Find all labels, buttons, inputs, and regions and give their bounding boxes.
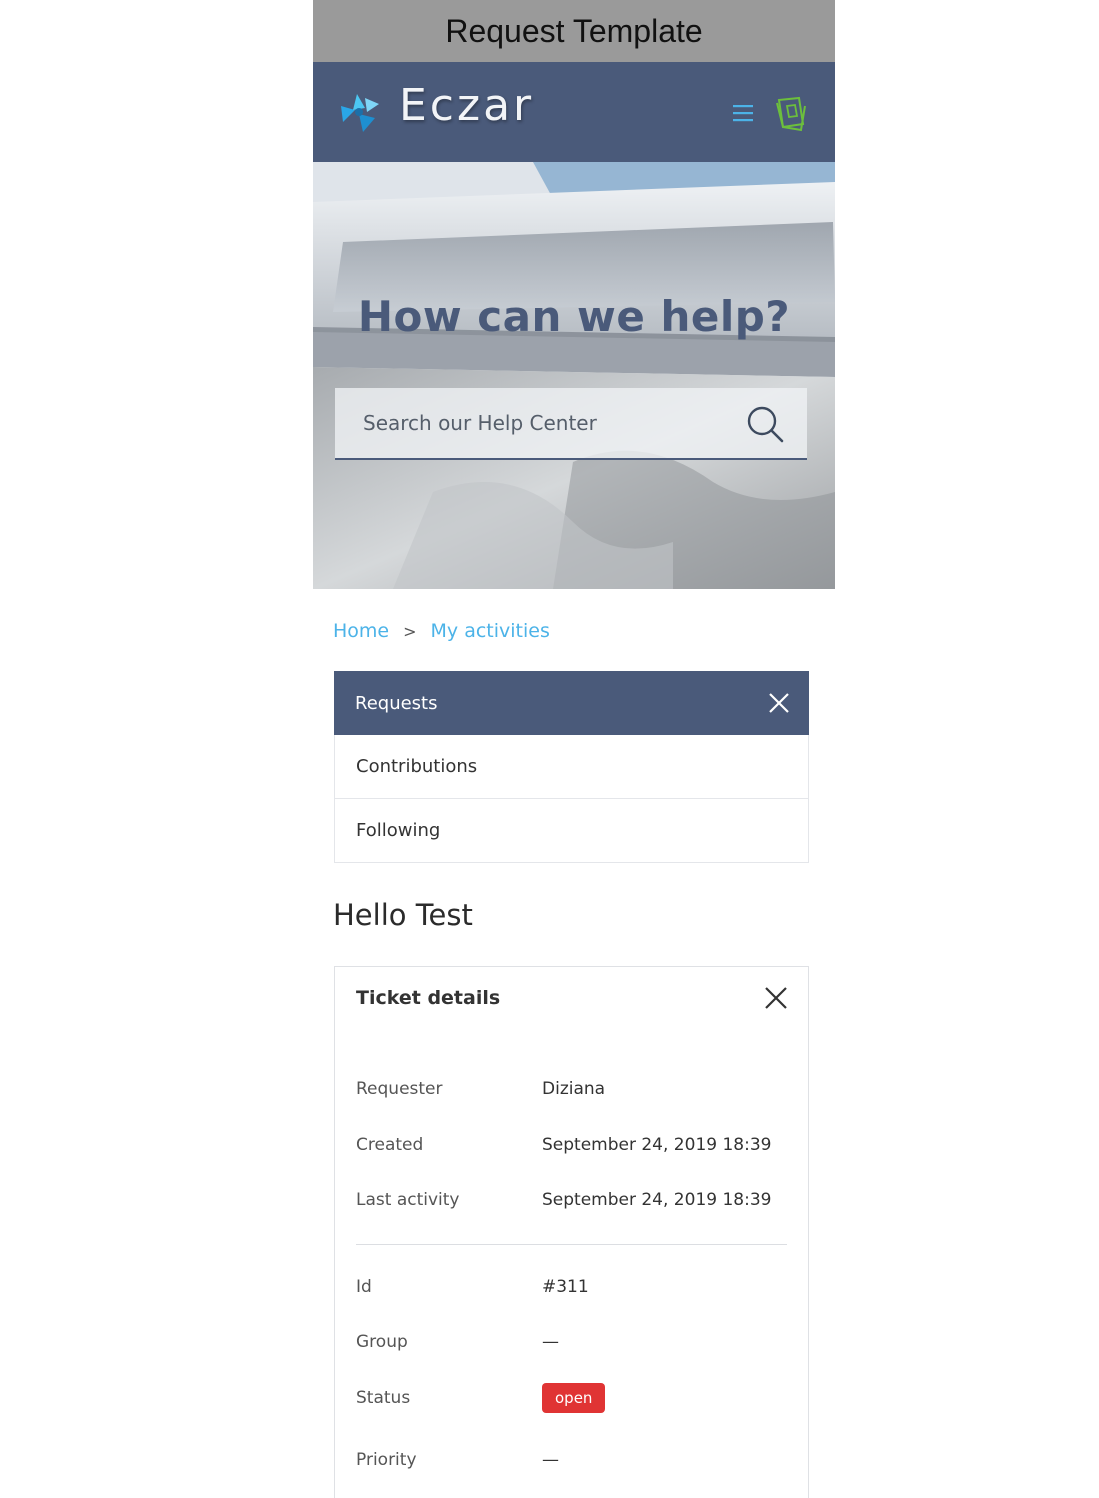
divider <box>356 1244 787 1245</box>
request-title: Hello Test <box>333 898 473 932</box>
field-label: Group <box>356 1332 408 1352</box>
field-priority: Priority — <box>356 1450 786 1474</box>
field-last-activity: Last activity September 24, 2019 18:39 <box>356 1190 786 1214</box>
field-label: Status <box>356 1388 411 1408</box>
tab-label: Contributions <box>356 756 478 777</box>
field-requester: Requester Diziana <box>356 1079 786 1103</box>
close-icon[interactable] <box>763 985 789 1011</box>
eczar-logo-icon[interactable] <box>335 88 383 136</box>
status-badge: open <box>542 1383 606 1413</box>
breadcrumb-separator: > <box>403 621 417 641</box>
field-created: Created September 24, 2019 18:39 <box>356 1135 786 1159</box>
field-label: Created <box>356 1135 424 1155</box>
book-icon[interactable] <box>773 94 809 132</box>
ticket-details-title: Ticket details <box>356 987 501 1009</box>
field-label: Requester <box>356 1079 443 1099</box>
page-frame: Request Template Eczar How can we help? … <box>313 0 835 1498</box>
tab-contributions[interactable]: Contributions <box>334 735 809 799</box>
activity-tabs: Requests Contributions Following <box>334 671 809 863</box>
hero-banner: How can we help? <box>313 162 835 589</box>
field-value: September 24, 2019 18:39 <box>542 1190 772 1210</box>
ticket-details-panel: Ticket details Requester Diziana Created… <box>334 966 809 1498</box>
search-box <box>335 388 807 460</box>
field-group: Group — <box>356 1332 786 1356</box>
field-status: Status open <box>356 1383 786 1413</box>
hamburger-menu-icon[interactable] <box>731 102 755 124</box>
field-label: Priority <box>356 1450 417 1470</box>
field-value: Diziana <box>542 1079 606 1099</box>
site-header: Eczar <box>313 62 835 162</box>
template-title-bar: Request Template <box>313 0 835 62</box>
breadcrumb: Home > My activities <box>333 620 550 642</box>
search-icon[interactable] <box>745 404 785 444</box>
hero-title: How can we help? <box>357 292 791 341</box>
template-title: Request Template <box>445 12 703 49</box>
breadcrumb-home-link[interactable]: Home <box>333 620 389 642</box>
search-input[interactable] <box>335 388 735 458</box>
brand-name[interactable]: Eczar <box>399 80 534 131</box>
breadcrumb-my-activities-link[interactable]: My activities <box>431 620 550 642</box>
field-value: open <box>542 1383 606 1413</box>
tab-label: Requests <box>355 692 438 714</box>
field-value: — <box>542 1450 559 1470</box>
hero-laptop-image <box>313 162 835 589</box>
field-value: #311 <box>542 1277 589 1297</box>
close-icon[interactable] <box>767 691 791 715</box>
field-value: September 24, 2019 18:39 <box>542 1135 772 1155</box>
field-value: — <box>542 1332 559 1352</box>
tab-requests[interactable]: Requests <box>334 671 809 735</box>
field-id: Id #311 <box>356 1277 786 1301</box>
field-label: Last activity <box>356 1190 460 1210</box>
tab-label: Following <box>356 820 441 841</box>
tab-following[interactable]: Following <box>334 799 809 863</box>
field-label: Id <box>356 1277 372 1297</box>
